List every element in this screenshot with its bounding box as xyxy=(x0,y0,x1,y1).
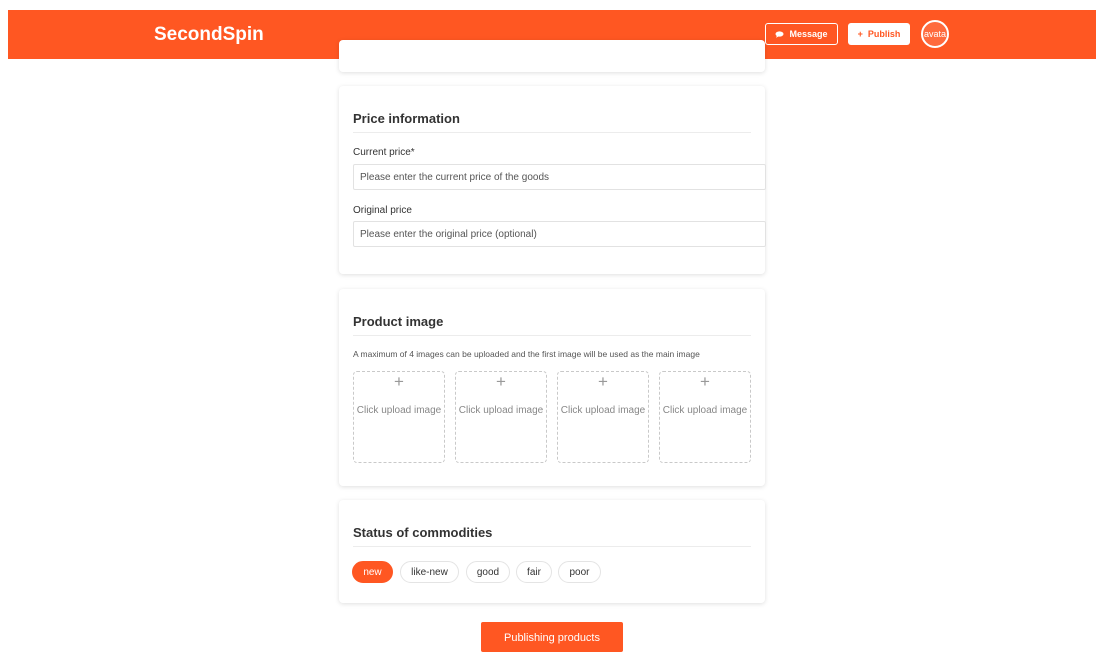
upload-label: Click upload image xyxy=(662,405,748,416)
original-price-label: Original price xyxy=(353,205,412,216)
message-label: Message xyxy=(789,29,828,39)
upload-label: Click upload image xyxy=(458,405,544,416)
submit-label: Publishing products xyxy=(503,632,600,644)
original-price-placeholder: Please enter the original price (optiona… xyxy=(360,228,537,240)
plus-icon: + xyxy=(857,29,863,39)
current-price-input[interactable]: Please enter the current price of the go… xyxy=(353,164,766,190)
message-button[interactable]: Message xyxy=(765,23,838,45)
logo[interactable]: SecondSpin xyxy=(154,24,264,46)
publish-label: Publish xyxy=(867,29,901,39)
plus-icon: + xyxy=(496,372,506,391)
status-chip-fair[interactable]: fair xyxy=(516,561,552,583)
status-chip-like-new[interactable]: like-new xyxy=(400,561,459,583)
divider xyxy=(353,335,751,336)
divider xyxy=(353,132,751,133)
plus-icon: + xyxy=(700,372,710,391)
divider xyxy=(353,546,751,547)
status-chip-good[interactable]: good xyxy=(466,561,510,583)
product-image-card: Product image A maximum of 4 images can … xyxy=(339,289,765,486)
status-chip-poor[interactable]: poor xyxy=(558,561,601,583)
image-upload-slot-3[interactable]: + Click upload image xyxy=(557,371,649,463)
current-price-placeholder: Please enter the current price of the go… xyxy=(360,171,550,183)
plus-icon: + xyxy=(598,372,608,391)
upload-label: Click upload image xyxy=(356,405,442,416)
previous-section-card xyxy=(339,40,765,72)
publish-products-button[interactable]: Publishing products xyxy=(481,622,623,652)
section-title: Price information xyxy=(353,111,460,126)
image-upload-slot-2[interactable]: + Click upload image xyxy=(455,371,547,463)
avatar-alt-text: avata xyxy=(923,29,947,39)
avatar[interactable]: avata xyxy=(921,20,949,48)
section-title: Status of commodities xyxy=(353,525,493,540)
original-price-input[interactable]: Please enter the original price (optiona… xyxy=(353,221,766,247)
image-upload-slot-4[interactable]: + Click upload image xyxy=(659,371,751,463)
image-upload-slot-1[interactable]: + Click upload image xyxy=(353,371,445,463)
section-title: Product image xyxy=(353,314,444,329)
plus-icon: + xyxy=(394,372,404,391)
upload-label: Click upload image xyxy=(560,405,646,416)
publish-button[interactable]: + Publish xyxy=(848,23,910,45)
upload-hint: A maximum of 4 images can be uploaded an… xyxy=(353,349,700,359)
chat-bubble-icon xyxy=(775,30,784,38)
status-of-commodities-card: Status of commodities new like-new good … xyxy=(339,500,765,603)
current-price-label: Current price* xyxy=(353,147,415,158)
price-information-card: Price information Current price* Please … xyxy=(339,86,766,274)
status-chip-new[interactable]: new xyxy=(352,561,393,583)
